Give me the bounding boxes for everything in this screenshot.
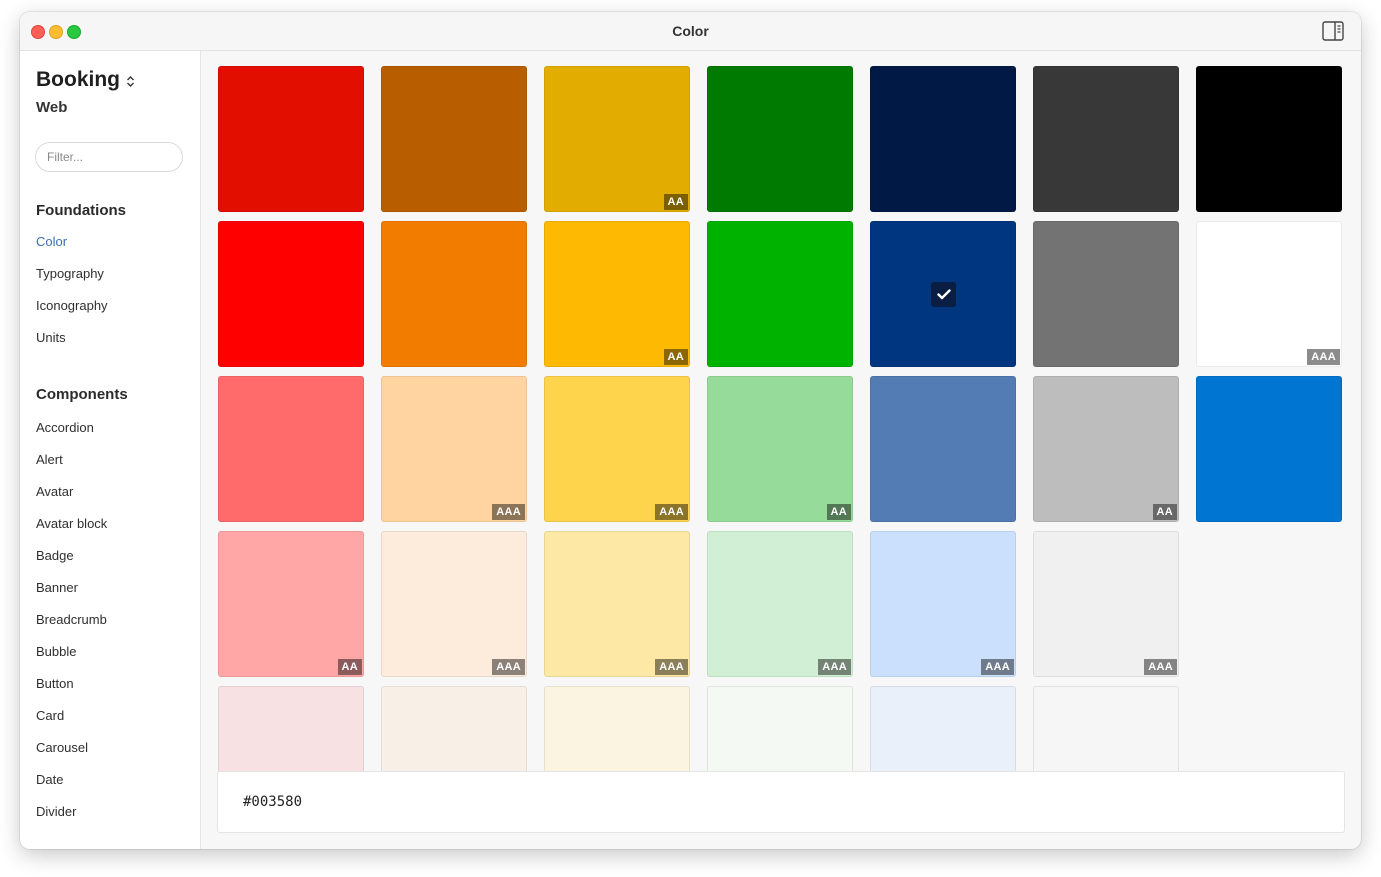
checkmark-icon: [931, 282, 956, 307]
color-swatch[interactable]: [707, 66, 853, 212]
sidebar: Booking Web Foundations Color Typography I…: [20, 51, 201, 849]
color-swatch[interactable]: [870, 221, 1016, 367]
contrast-badge: AAA: [1144, 659, 1177, 675]
color-swatch[interactable]: [1033, 66, 1179, 212]
sidebar-item-button[interactable]: Button: [36, 676, 74, 691]
sidebar-item-divider[interactable]: Divider: [36, 804, 76, 819]
title-bar: Color: [20, 12, 1361, 51]
sidebar-right-icon[interactable]: [1322, 21, 1344, 41]
project-name: Booking: [36, 68, 120, 91]
contrast-badge: AA: [663, 349, 688, 365]
color-swatch[interactable]: [1196, 376, 1342, 522]
sidebar-item-badge[interactable]: Badge: [36, 548, 74, 563]
color-swatch[interactable]: AA: [707, 376, 853, 522]
selected-hex-value[interactable]: #003580: [243, 794, 302, 810]
color-palette-panel: AA AA AAA AAA AAA AA AA AA AAA AAA AAA AAA AAA #0035…: [201, 51, 1361, 849]
components-heading: Components: [36, 386, 128, 403]
contrast-badge: AAA: [492, 504, 525, 520]
contrast-badge: AAA: [655, 504, 688, 520]
color-swatch[interactable]: [1196, 66, 1342, 212]
color-swatch[interactable]: AAA: [381, 376, 527, 522]
foundations-heading: Foundations: [36, 202, 126, 219]
contrast-badge: AA: [663, 194, 688, 210]
color-swatch[interactable]: AAA: [544, 531, 690, 677]
color-swatch[interactable]: AAA: [707, 531, 853, 677]
window-title: Color: [672, 23, 709, 39]
sidebar-item-avatar[interactable]: Avatar: [36, 484, 73, 499]
sidebar-item-accordion[interactable]: Accordion: [36, 420, 94, 435]
chevron-up-down-icon: [127, 75, 134, 87]
sidebar-item-card[interactable]: Card: [36, 708, 64, 723]
color-swatch[interactable]: AAA: [544, 376, 690, 522]
sidebar-item-color[interactable]: Color: [36, 234, 67, 249]
color-swatch[interactable]: [381, 66, 527, 212]
contrast-badge: AA: [1152, 504, 1177, 520]
project-selector[interactable]: Booking: [36, 68, 135, 92]
contrast-badge: AAA: [492, 659, 525, 675]
sidebar-item-iconography[interactable]: Iconography: [36, 298, 108, 313]
color-swatch[interactable]: AA: [1033, 376, 1179, 522]
color-swatch[interactable]: AAA: [1033, 531, 1179, 677]
contrast-badge: AA: [826, 504, 851, 520]
color-swatch[interactable]: [218, 66, 364, 212]
platform-label: Web: [36, 99, 68, 116]
color-swatch[interactable]: [707, 221, 853, 367]
color-swatch[interactable]: AA: [544, 66, 690, 212]
color-swatch[interactable]: [381, 221, 527, 367]
color-swatch[interactable]: AA: [544, 221, 690, 367]
color-swatch[interactable]: [218, 376, 364, 522]
contrast-badge: AAA: [818, 659, 851, 675]
contrast-badge: AA: [337, 659, 362, 675]
color-swatch[interactable]: [1033, 221, 1179, 367]
color-swatch[interactable]: AAA: [1196, 221, 1342, 367]
filter-input[interactable]: [35, 142, 183, 172]
contrast-badge: AAA: [981, 659, 1014, 675]
sidebar-item-avatar-block[interactable]: Avatar block: [36, 516, 107, 531]
selected-color-bar: #003580: [217, 771, 1345, 833]
sidebar-item-date[interactable]: Date: [36, 772, 63, 787]
sidebar-item-banner[interactable]: Banner: [36, 580, 78, 595]
sidebar-item-carousel[interactable]: Carousel: [36, 740, 88, 755]
sidebar-item-alert[interactable]: Alert: [36, 452, 63, 467]
color-swatch[interactable]: [870, 376, 1016, 522]
color-swatch[interactable]: AAA: [381, 531, 527, 677]
color-swatch[interactable]: [870, 66, 1016, 212]
sidebar-item-units[interactable]: Units: [36, 330, 66, 345]
contrast-badge: AAA: [1307, 349, 1340, 365]
sidebar-item-typography[interactable]: Typography: [36, 266, 104, 281]
color-swatch[interactable]: [218, 221, 364, 367]
color-swatch[interactable]: AAA: [870, 531, 1016, 677]
app-window: Color Booking Web Foundations Color Typog…: [20, 12, 1361, 849]
color-swatch[interactable]: AA: [218, 531, 364, 677]
sidebar-item-bubble[interactable]: Bubble: [36, 644, 76, 659]
sidebar-item-breadcrumb[interactable]: Breadcrumb: [36, 612, 107, 627]
contrast-badge: AAA: [655, 659, 688, 675]
